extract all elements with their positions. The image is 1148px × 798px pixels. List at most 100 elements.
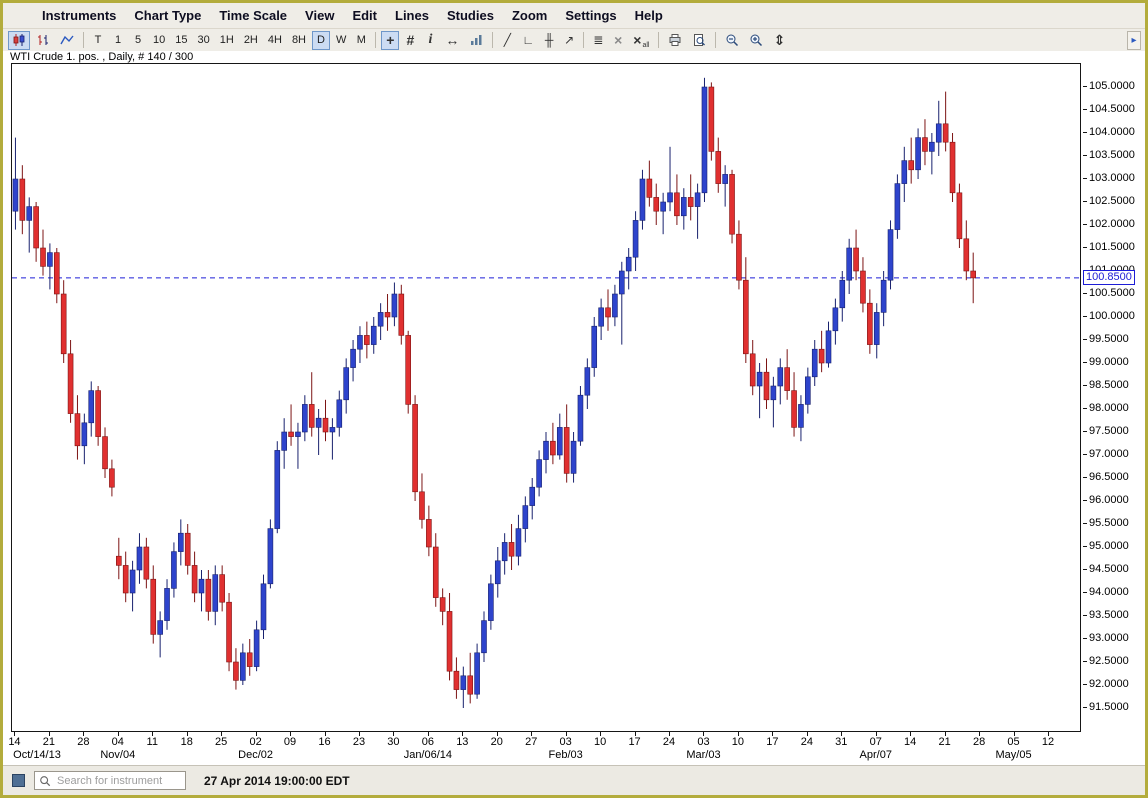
- horizontal-scroll-button[interactable]: ↔: [441, 31, 463, 50]
- candle: [144, 538, 149, 589]
- candle: [599, 299, 604, 340]
- chart-type-candles-button[interactable]: [8, 31, 30, 50]
- timeframe-1m-button[interactable]: 1: [109, 31, 127, 50]
- candle: [385, 294, 390, 331]
- trendline-tool-button[interactable]: ╱: [498, 31, 516, 50]
- chart-type-line-button[interactable]: [56, 31, 78, 50]
- candle: [82, 414, 87, 465]
- toolbar-overflow-button[interactable]: ▸: [1127, 31, 1141, 50]
- ray-line-icon: ↗: [564, 34, 574, 46]
- timeframe-daily-button[interactable]: D: [312, 31, 330, 50]
- menu-view[interactable]: View: [296, 8, 343, 23]
- panel-toggle-icon[interactable]: [12, 774, 25, 787]
- toolbar-separator: [583, 32, 584, 48]
- timeframe-2h-button[interactable]: 2H: [240, 31, 262, 50]
- candle: [27, 197, 32, 252]
- delete-all-lines-button[interactable]: ×all: [629, 31, 653, 50]
- toolbar-separator: [492, 32, 493, 48]
- candle: [626, 248, 631, 289]
- zoom-out-icon: [725, 33, 739, 47]
- timeframe-10m-button[interactable]: 10: [149, 31, 169, 50]
- candle: [220, 565, 225, 611]
- timeframe-1h-button[interactable]: 1H: [216, 31, 238, 50]
- parallel-lines-tool-button[interactable]: ╫: [540, 31, 558, 50]
- candle: [695, 184, 700, 239]
- instrument-search-input[interactable]: [55, 774, 181, 788]
- menu-studies[interactable]: Studies: [438, 8, 503, 23]
- menu-help[interactable]: Help: [626, 8, 672, 23]
- time-axis-label: 06: [422, 736, 434, 749]
- time-axis[interactable]: 1421280411182502091623300613202703101724…: [11, 732, 1081, 764]
- print-button[interactable]: [664, 31, 686, 50]
- candle: [282, 418, 287, 469]
- ray-line-tool-button[interactable]: ↗: [560, 31, 578, 50]
- candle: [537, 450, 542, 496]
- time-axis-label: 21: [43, 736, 55, 749]
- print-preview-button[interactable]: [688, 31, 710, 50]
- candle: [833, 299, 838, 345]
- candle: [750, 340, 755, 395]
- candle: [743, 257, 748, 363]
- grid-toggle-button[interactable]: #: [401, 31, 419, 50]
- candle: [895, 174, 900, 238]
- time-axis-label: 24: [801, 736, 813, 749]
- angle-line-tool-button[interactable]: ∟: [518, 31, 538, 50]
- timeframe-15m-button[interactable]: 15: [171, 31, 191, 50]
- line-chart-icon: [60, 33, 74, 47]
- timeframe-tick-button[interactable]: T: [89, 31, 107, 50]
- menu-instruments[interactable]: Instruments: [33, 8, 125, 23]
- menu-lines[interactable]: Lines: [386, 8, 438, 23]
- time-axis-label: 20: [491, 736, 503, 749]
- time-axis-label: 16: [318, 736, 330, 749]
- price-axis-label: 99.5000: [1083, 333, 1129, 346]
- candle: [13, 138, 18, 230]
- price-axis-label: 91.5000: [1083, 701, 1129, 714]
- candle: [103, 427, 108, 478]
- chart-plot-area[interactable]: [11, 63, 1081, 732]
- candle: [812, 340, 817, 386]
- delete-line-button[interactable]: ×: [609, 31, 627, 50]
- zoom-out-button[interactable]: [721, 31, 743, 50]
- zoom-in-button[interactable]: [745, 31, 767, 50]
- lines-manager-button[interactable]: ≣: [589, 31, 607, 50]
- timeframe-30m-button[interactable]: 30: [194, 31, 214, 50]
- menu-edit[interactable]: Edit: [343, 8, 386, 23]
- candle: [185, 524, 190, 575]
- menu-settings[interactable]: Settings: [556, 8, 625, 23]
- info-icon: i: [428, 33, 432, 47]
- info-button[interactable]: i: [421, 31, 439, 50]
- crosshair-button[interactable]: +: [381, 31, 399, 50]
- crosshair-icon: +: [386, 33, 394, 47]
- candle: [488, 575, 493, 630]
- candle: [199, 570, 204, 611]
- toolbar-separator: [83, 32, 84, 48]
- menu-time-scale[interactable]: Time Scale: [210, 8, 296, 23]
- timeframe-monthly-button[interactable]: M: [352, 31, 370, 50]
- price-axis-label: 97.5000: [1083, 425, 1129, 438]
- menu-chart-type[interactable]: Chart Type: [125, 8, 210, 23]
- time-axis-label: 11: [147, 736, 158, 749]
- candle: [509, 524, 514, 570]
- price-axis-label: 92.0000: [1083, 678, 1129, 691]
- instrument-search-box[interactable]: [34, 771, 186, 790]
- candle: [47, 243, 52, 289]
- timeframe-5m-button[interactable]: 5: [129, 31, 147, 50]
- timeframe-4h-button[interactable]: 4H: [264, 31, 286, 50]
- timeframe-8h-button[interactable]: 8H: [288, 31, 310, 50]
- candle: [730, 170, 735, 244]
- price-axis[interactable]: 100.8500 105.0000104.5000104.0000103.500…: [1082, 63, 1145, 732]
- candle: [619, 262, 624, 345]
- candle: [419, 473, 424, 528]
- price-line-label: 100.8500: [1083, 270, 1135, 285]
- candle: [178, 519, 183, 565]
- candle: [123, 552, 128, 603]
- volume-toggle-button[interactable]: [465, 31, 487, 50]
- timeframe-weekly-button[interactable]: W: [332, 31, 350, 50]
- candle: [523, 496, 528, 542]
- menu-zoom[interactable]: Zoom: [503, 8, 556, 23]
- menu-bar: Instruments Chart Type Time Scale View E…: [3, 3, 1145, 28]
- chart-type-bars-button[interactable]: [32, 31, 54, 50]
- candle: [936, 101, 941, 156]
- candle: [654, 184, 659, 225]
- auto-scale-button[interactable]: ⇕: [769, 31, 789, 50]
